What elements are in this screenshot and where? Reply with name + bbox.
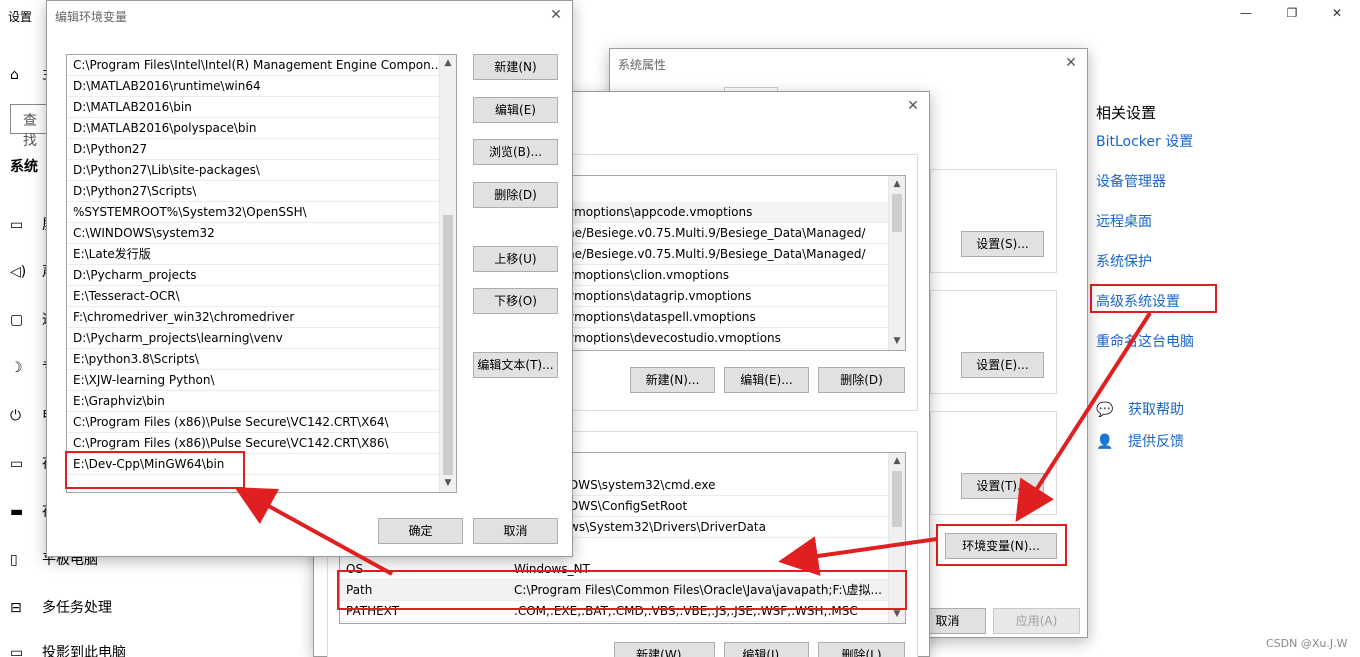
arrow-to-new-path [234, 487, 393, 576]
annotation-arrows [234, 311, 1152, 576]
arrow-to-env-button [1015, 311, 1152, 523]
arrow-to-path-row [778, 536, 938, 576]
